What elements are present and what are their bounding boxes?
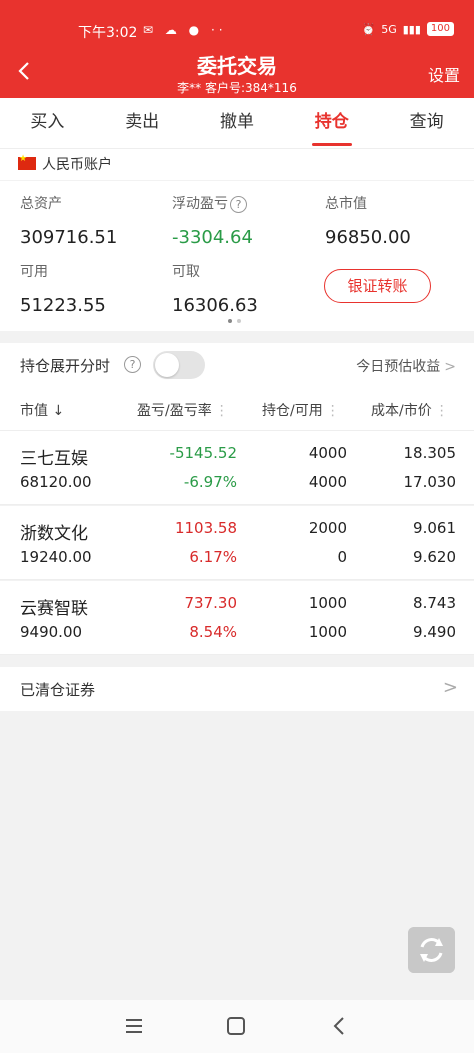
stock-cost: 9.061 <box>413 519 456 537</box>
stock-pnl-rate: 6.17% <box>189 548 237 566</box>
stock-market-value: 19240.00 <box>20 548 92 566</box>
stock-price: 9.490 <box>413 623 456 641</box>
account-label: 人民币账户 <box>42 157 112 173</box>
stock-name: 云赛智联 <box>20 599 88 619</box>
total-assets: 总资产 309716.51 <box>20 196 118 248</box>
account-info: 李** 客户号:384*116 <box>177 81 297 95</box>
settings-button[interactable]: 设置 <box>428 62 460 86</box>
app-header: 下午3:02 ✉ ☁ ● ·· ⏰ 5G ▮▮▮ 100 委托交易 李** 客户… <box>0 0 474 98</box>
stock-position: 4000 <box>308 444 347 462</box>
chevron-right-icon: > <box>442 677 458 698</box>
total-assets-value: 309716.51 <box>20 227 118 248</box>
help-icon[interactable]: ? <box>124 356 141 373</box>
stock-pnl-rate: -6.97% <box>183 473 237 491</box>
withdrawable-funds: 可取 16306.63 <box>172 264 258 316</box>
stock-pnl: 1103.58 <box>174 519 237 537</box>
cleared-securities-link[interactable]: 已清仓证券 > <box>0 667 474 711</box>
network-label: 5G <box>381 22 397 36</box>
toggle-label: 持仓展开分时 <box>20 357 111 375</box>
bank-transfer-button[interactable]: 银证转账 <box>324 269 431 303</box>
col-position[interactable]: 持仓/可用 ⋮ <box>262 400 340 420</box>
stock-price: 9.620 <box>413 548 456 566</box>
refresh-button[interactable] <box>408 927 455 973</box>
stock-market-value: 9490.00 <box>20 623 83 641</box>
page-title: 委托交易 <box>197 54 277 78</box>
sort-icon: ↓ <box>52 403 65 419</box>
stock-available: 0 <box>337 548 347 566</box>
notification-icons: ✉ ☁ ● ·· <box>143 23 227 37</box>
col-cost[interactable]: 成本/市价 ⋮ <box>371 400 449 420</box>
account-selector[interactable]: 人民币账户 <box>0 148 474 180</box>
stock-position: 1000 <box>308 594 347 612</box>
page-indicator <box>228 319 241 323</box>
stock-name: 三七互娱 <box>20 449 88 469</box>
col-pnl[interactable]: 盈亏/盈亏率 ⋮ <box>137 400 229 420</box>
stock-cost: 8.743 <box>413 594 456 612</box>
stock-cost: 18.305 <box>403 444 457 462</box>
tab-query[interactable]: 查询 <box>379 98 474 148</box>
cleared-label: 已清仓证券 <box>20 681 96 699</box>
stock-available: 4000 <box>308 473 347 491</box>
holding-row[interactable]: 云赛智联 9490.00 737.30 8.54% 1000 1000 8.74… <box>0 581 474 655</box>
menu-icon[interactable] <box>122 1014 146 1038</box>
battery-icon: 100 <box>426 22 454 36</box>
stock-price: 17.030 <box>403 473 457 491</box>
china-flag-icon <box>18 154 36 170</box>
holding-row[interactable]: 浙数文化 19240.00 1103.58 6.17% 2000 0 9.061… <box>0 506 474 580</box>
tab-cancel[interactable]: 撤单 <box>190 98 285 148</box>
total-market-value: 总市值 96850.00 <box>325 196 411 248</box>
stock-pnl: 737.30 <box>184 594 238 612</box>
intraday-toggle-row: 持仓展开分时 ? 今日预估收益 > <box>0 343 474 387</box>
home-icon[interactable] <box>224 1014 248 1038</box>
tab-buy[interactable]: 买入 <box>0 98 95 148</box>
floating-pnl: 浮动盈亏? -3304.64 <box>172 195 253 248</box>
back-icon[interactable] <box>328 1014 352 1038</box>
total-market-value-value: 96850.00 <box>325 227 411 248</box>
chevron-right-icon: > <box>444 359 456 375</box>
stock-market-value: 68120.00 <box>20 473 92 491</box>
stock-available: 1000 <box>308 623 347 641</box>
status-bar: 下午3:02 ✉ ☁ ● ·· ⏰ 5G ▮▮▮ 100 <box>0 22 474 42</box>
stock-pnl: -5145.52 <box>169 444 237 462</box>
today-estimate-link[interactable]: 今日预估收益 > <box>356 356 456 376</box>
stock-pnl-rate: 8.54% <box>189 623 237 641</box>
signal-icon: ▮▮▮ <box>402 22 421 36</box>
stock-position: 2000 <box>308 519 347 537</box>
holdings-header: 市值 ↓ 盈亏/盈亏率 ⋮ 持仓/可用 ⋮ 成本/市价 ⋮ <box>0 387 474 431</box>
tab-positions[interactable]: 持仓 <box>284 98 379 148</box>
available-funds-value: 51223.55 <box>20 295 106 316</box>
tab-sell[interactable]: 卖出 <box>95 98 190 148</box>
asset-summary: 总资产 309716.51 浮动盈亏? -3304.64 总市值 96850.0… <box>0 181 474 331</box>
help-icon[interactable]: ? <box>230 195 247 213</box>
alarm-icon: ⏰ <box>361 22 376 36</box>
available-funds: 可用 51223.55 <box>20 264 106 316</box>
withdrawable-funds-value: 16306.63 <box>172 295 258 316</box>
floating-pnl-value: -3304.64 <box>172 227 253 248</box>
stock-name: 浙数文化 <box>20 524 88 544</box>
holding-row[interactable]: 三七互娱 68120.00 -5145.52 -6.97% 4000 4000 … <box>0 431 474 505</box>
intraday-switch[interactable] <box>153 351 205 379</box>
trade-tabs: 买入 卖出 撤单 持仓 查询 <box>0 98 474 148</box>
col-market-value[interactable]: 市值 ↓ <box>20 400 64 420</box>
system-nav-bar <box>0 1000 474 1053</box>
status-time: 下午3:02 <box>78 25 138 41</box>
